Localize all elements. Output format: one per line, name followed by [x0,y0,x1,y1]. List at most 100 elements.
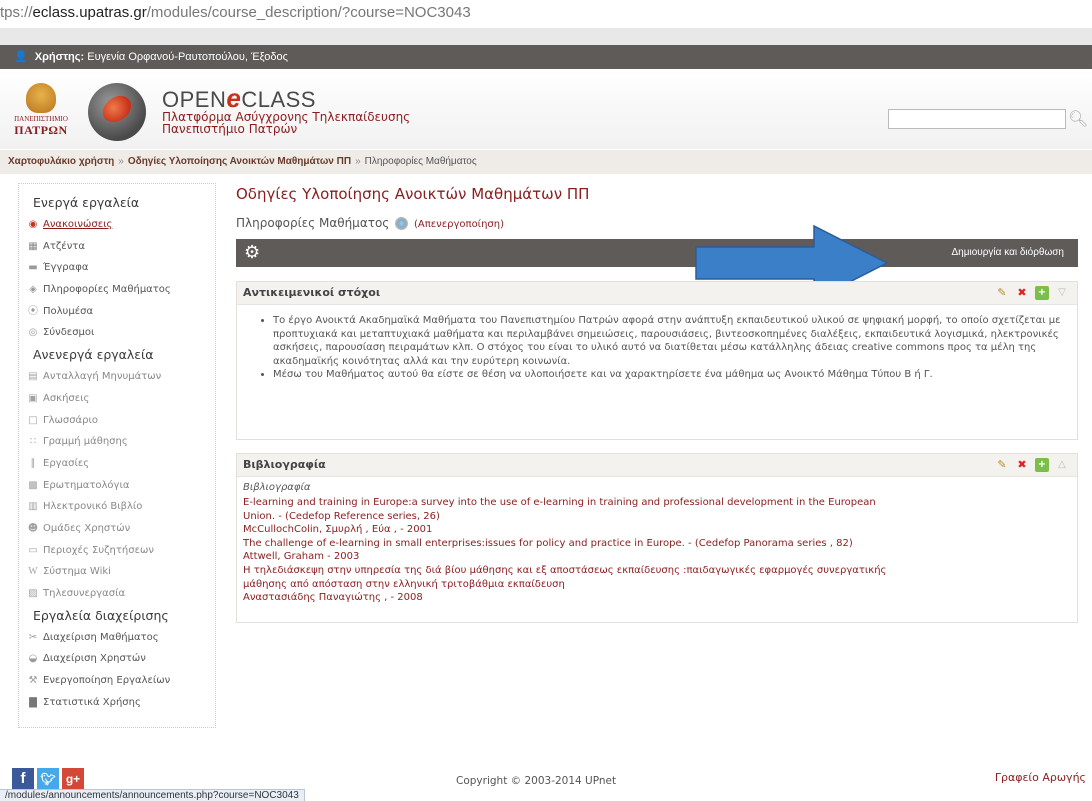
university-logo[interactable]: ΠΑΝΕΠΙΣΤΗΜΙΟ ΠΑΤΡΩΝ [12,83,70,137]
goals-panel-actions: ✎ ✖ + ▽ [995,282,1069,304]
brand-e: e [226,83,242,113]
openeclass-logo-icon[interactable] [88,83,146,141]
logout-link[interactable]: Έξοδος [251,51,288,63]
brand-subtitle-2: Πανεπιστήμιο Πατρών [162,122,298,136]
sidebar-item-label: Σύστημα Wiki [43,566,111,578]
goals-panel-header: Αντικειμενικοί στόχοι ✎ ✖ + ▽ [237,282,1077,305]
edit-icon[interactable]: ✎ [995,286,1009,300]
breadcrumb-portfolio[interactable]: Χαρτοφυλάκιο χρήστη [8,156,114,167]
platform-brand: OPENeCLASS Πλατφόρμα Ασύγχρονης Τηλεκπαί… [162,85,410,136]
sidebar-item-label: Στατιστικά Χρήσης [43,696,141,708]
sidebar-item-label: Τηλεσυνεργασία [43,588,126,599]
openeclass-swirl [99,92,135,126]
goals-list: Το έργο Ανοικτά Ακαδημαϊκά Μαθήματα του … [237,305,1077,382]
breadcrumb-current: Πληροφορίες Μαθήματος [364,156,477,167]
brand-wordmark: OPENeCLASS [162,85,410,112]
folder-icon: ▬ [28,262,38,274]
stats-icon: ▇ [29,696,37,708]
user-name[interactable]: Ευγενία Ορφανού-Ραυτοπούλου [87,51,245,63]
list-item: Μέσω του Μαθήματος αυτού θα είστε σε θέσ… [273,368,1065,382]
user-icon: 👤 [14,51,28,63]
sidebar-item-label: Γραμμή μάθησης [43,436,128,448]
tools-icon: ✂ [28,631,38,643]
toggle-status-icon [395,217,409,230]
sidebar-item-documents[interactable]: ▬ Έγγραφα [19,257,215,279]
sidebar-item-label: Ερωτηματολόγια [43,479,130,491]
goals-panel-title: Αντικειμενικοί στόχοι [243,286,381,299]
user-admin-icon: ◒ [28,653,38,665]
wiki-icon: W [28,566,38,578]
sidebar-heading-active: Ενεργά εργαλεία [33,195,140,210]
sidebar-item-user-groups[interactable]: ☻ Ομάδες Χρηστών [19,518,215,540]
chevron-down-icon[interactable]: ▽ [1055,286,1069,300]
main-content: Οδηγίες Υλοποίησης Ανοικτών Μαθημάτων ΠΠ… [236,183,1078,623]
helpdesk-link[interactable]: Γραφείο Αρωγής [995,771,1086,784]
delete-icon[interactable]: ✖ [1015,458,1029,472]
action-toolbar: ⚙ Δημιουργία και διόρθωση [236,239,1078,267]
sidebar-item-messages[interactable]: ▤ Ανταλλαγή Μηνυμάτων [19,366,215,388]
user-label: Χρήστης: [34,51,85,63]
sidebar-item-teleconference[interactable]: ▨ Τηλεσυνεργασία [19,583,215,605]
search-input[interactable] [888,109,1066,129]
list-item: Union. - (Cedefop Reference series, 26) [243,510,440,522]
deactivate-link[interactable]: (Απενεργοποίηση) [414,219,504,230]
sidebar-item-forums[interactable]: ▭ Περιοχές Συζητήσεων [19,540,215,562]
bibliography-subtitle: Βιβλιογραφία [243,482,311,493]
url-path: /modules/course_description/?course=NOC3… [146,4,471,21]
delete-icon[interactable]: ✖ [1015,286,1029,300]
breadcrumb-separator: » [118,156,124,167]
sidebar-item-label: Διαχείριση Μαθήματος [43,631,159,643]
sidebar-item-links[interactable]: ◎ Σύνδεσμοι [19,322,215,344]
social-links: f 🐦︎ g+ [12,768,87,790]
sidebar-item-exercises[interactable]: ▣ Ασκήσεις [19,388,215,410]
sidebar-item-multimedia[interactable]: ⦿ Πολυμέσα [19,301,215,323]
breadcrumb-course[interactable]: Οδηγίες Υλοποίησης Ανοικτών Μαθημάτων ΠΠ [128,156,351,167]
sidebar-item-label: Γλωσσάριο [43,414,98,426]
glossary-icon: □ [28,414,38,426]
sidebar-item-agenda[interactable]: ▦ Ατζέντα [19,236,215,258]
gear-icon[interactable]: ⚙ [244,243,264,263]
sidebar-item-announcements[interactable]: ◉ Ανακοινώσεις [19,214,215,236]
sidebar-item-assignments[interactable]: ∥ Εργασίες [19,453,215,475]
sidebar-item-user-admin[interactable]: ◒ Διαχείριση Χρηστών [19,648,215,670]
brand-class: CLASS [241,87,316,112]
list-item: μάθησης από απόσταση στην ελληνική τριτο… [243,578,565,590]
sidebar-item-course-admin[interactable]: ✂ Διαχείριση Μαθήματος [19,627,215,649]
sidebar-item-label: Ομάδες Χρηστών [43,522,131,534]
university-logo-line2: ΠΑΤΡΩΝ [14,123,68,137]
address-bar[interactable]: tps://eclass.upatras.gr/modules/course_d… [0,0,1092,26]
url-prefix: tps:// [0,4,33,21]
sidebar-item-tool-activation[interactable]: ⚒ Ενεργοποίηση Εργαλείων [19,670,215,692]
sidebar-item-usage-stats[interactable]: ▇ Στατιστικά Χρήσης [19,692,215,714]
add-icon[interactable]: + [1035,458,1049,472]
chevron-up-icon[interactable]: △ [1055,458,1069,472]
add-icon[interactable]: + [1035,286,1049,300]
breadcrumb-separator: » [355,156,361,167]
sidebar-item-questionnaires[interactable]: ▩ Ερωτηματολόγια [19,475,215,497]
list-item: McCullochColin, Σμυρλή , Εύα , - 2001 [243,524,433,536]
sidebar-item-label: Ηλεκτρονικό Βιβλίο [43,501,143,513]
browser-status-url: /modules/announcements/announcements.php… [0,789,305,801]
sidebar-item-label: Διαχείριση Χρηστών [43,653,146,665]
sidebar-heading-admin: Εργαλεία διαχείρισης [33,607,169,623]
sidebar-item-label: Πολυμέσα [43,305,94,317]
wrench-icon: ⚒ [28,675,38,687]
sidebar-item-glossary[interactable]: □ Γλωσσάριο [19,410,215,432]
sidebar-item-wiki[interactable]: W Σύστημα Wiki [19,561,215,583]
breadcrumb: Χαρτοφυλάκιο χρήστη » Οδηγίες Υλοποίησης Α… [0,150,1092,174]
sidebar-item-course-info[interactable]: ◈ Πληροφορίες Μαθήματος [19,279,215,301]
sidebar-item-learning-path[interactable]: ∷ Γραμμή μάθησης [19,431,215,453]
sidebar-item-label: Σύνδεσμοι [43,327,95,339]
twitter-icon[interactable]: 🐦︎ [37,768,59,790]
facebook-icon[interactable]: f [12,768,34,790]
sidebar-item-label: Έγγραφα [43,262,89,274]
search-icon[interactable]: 🔍︎ [1068,109,1088,129]
sidebar-item-ebook[interactable]: ▥ Ηλεκτρονικό Βιβλίο [19,496,215,518]
ebook-icon: ▥ [28,501,38,513]
create-edit-button[interactable]: Δημιουργία και διόρθωση [951,239,1064,267]
sidebar-item-label: Περιοχές Συζητήσεων [43,544,154,556]
user-separator: , [244,51,248,63]
google-plus-icon[interactable]: g+ [62,768,84,790]
edit-icon[interactable]: ✎ [995,458,1009,472]
books-icon: ∥ [30,457,36,469]
